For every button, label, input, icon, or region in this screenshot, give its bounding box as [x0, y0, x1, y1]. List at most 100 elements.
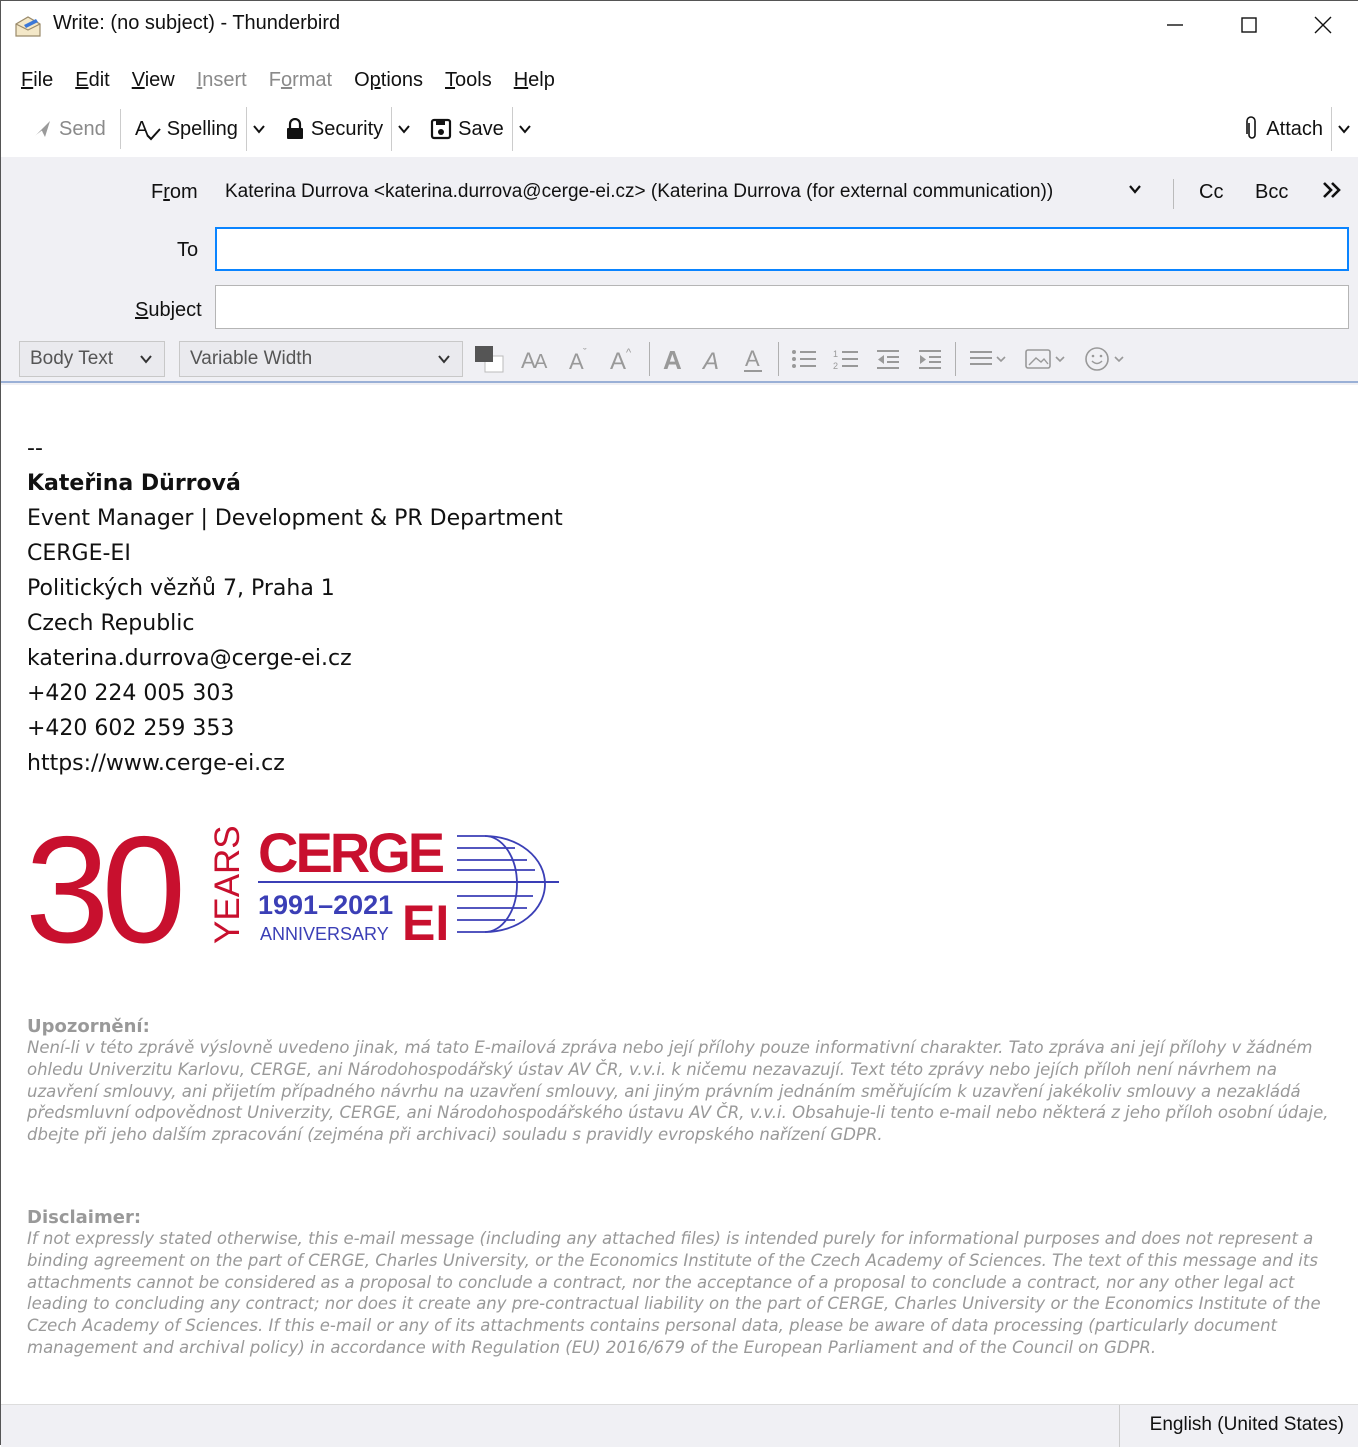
insert-image-menu-button[interactable]	[1024, 347, 1068, 371]
menu-item-edit[interactable]: Edit	[65, 63, 121, 97]
font-value: Variable Width	[190, 348, 313, 369]
format-separator	[955, 342, 956, 376]
compose-toolbar: Send A Spelling Security Save Attach	[1, 101, 1358, 157]
menu-item-help[interactable]: Help	[504, 63, 567, 97]
menu-item-format[interactable]: Format	[259, 63, 344, 97]
message-body[interactable]: -- Kateřina Dürrová Event Manager | Deve…	[27, 431, 1347, 781]
disclaimer-cz-text: Není-li v této zprávě výslovně uvedeno j…	[27, 1038, 1329, 1145]
send-button[interactable]: Send	[23, 107, 114, 151]
paragraph-format-select[interactable]: Body Text	[19, 341, 165, 377]
bold-icon: A	[663, 346, 682, 372]
from-identity-select[interactable]: Katerina Durrova <katerina.durrova@cerge…	[225, 181, 1053, 203]
compose-window: Write: (no subject) - Thunderbird File Ed…	[0, 0, 1358, 1447]
svg-text:A: A	[534, 351, 548, 372]
outdent-button[interactable]	[875, 347, 901, 371]
svg-text:A: A	[569, 349, 584, 372]
bold-button[interactable]: A	[662, 346, 686, 372]
minimize-button[interactable]	[1139, 1, 1211, 49]
svg-text:1991–2021: 1991–2021	[258, 890, 393, 920]
menu-item-tools[interactable]: Tools	[435, 63, 504, 97]
status-bar: English (United States)	[1, 1404, 1358, 1447]
disclaimer-en-text: If not expressly stated otherwise, this …	[27, 1229, 1321, 1357]
align-icon	[970, 351, 1006, 365]
more-recipients-button[interactable]	[1321, 177, 1343, 208]
menu-item-view[interactable]: View	[122, 63, 187, 97]
to-field[interactable]	[215, 227, 1349, 271]
save-button[interactable]: Save	[422, 107, 512, 151]
title-bar: Write: (no subject) - Thunderbird	[1, 1, 1358, 49]
close-icon	[1314, 16, 1332, 34]
language-indicator[interactable]: English (United States)	[1150, 1414, 1344, 1436]
smaller-font-button[interactable]: AA	[521, 346, 551, 372]
attach-button[interactable]: Attach	[1236, 107, 1331, 151]
numbered-list-icon: 12	[833, 349, 858, 371]
signature-line: Czech Republic	[27, 611, 195, 636]
spelling-icon: A	[135, 118, 161, 141]
underline-icon: A	[744, 346, 762, 372]
double-chevron-right-icon	[1323, 182, 1341, 198]
maximize-icon	[1241, 17, 1257, 33]
bullet-list-button[interactable]	[791, 347, 817, 371]
subject-field[interactable]	[215, 285, 1349, 329]
attach-dropdown[interactable]	[1331, 107, 1356, 151]
menu-item-options[interactable]: Options	[344, 63, 435, 97]
menu-item-insert[interactable]: Insert	[187, 63, 259, 97]
cc-button[interactable]: Cc	[1199, 181, 1223, 204]
svg-text:YEARS: YEARS	[208, 825, 247, 944]
format-separator	[649, 342, 650, 376]
font-select[interactable]: Variable Width	[179, 341, 463, 377]
svg-text:A: A	[745, 346, 760, 371]
to-input[interactable]	[217, 229, 1347, 269]
security-button[interactable]: Security	[277, 107, 391, 151]
close-button[interactable]	[1287, 1, 1358, 49]
format-separator	[778, 342, 779, 376]
save-dropdown[interactable]	[511, 107, 537, 151]
indent-icon	[919, 350, 941, 369]
underline-button[interactable]: A	[742, 345, 766, 373]
text-color-button[interactable]	[473, 344, 505, 374]
thunderbird-compose-icon	[15, 16, 41, 37]
from-dropdown[interactable]	[1127, 181, 1143, 202]
menu-item-file[interactable]: File	[11, 63, 65, 97]
subject-input[interactable]	[216, 286, 1348, 328]
chevron-down-icon	[398, 125, 410, 134]
signature-block: Event Manager | Development & PR Departm…	[27, 501, 1347, 781]
globe-icon	[457, 835, 559, 933]
font-size-increase-icon: A ^	[610, 347, 632, 372]
svg-text:ANNIVERSARY: ANNIVERSARY	[260, 924, 389, 944]
spelling-label: Spelling	[166, 117, 238, 140]
svg-text:30: 30	[27, 816, 181, 951]
chevron-down-icon	[253, 125, 265, 134]
save-label: Save	[458, 117, 504, 140]
attach-label: Attach	[1266, 117, 1323, 140]
font-size-smaller-icon: AA	[521, 348, 548, 372]
maximize-button[interactable]	[1213, 1, 1285, 49]
bcc-button[interactable]: Bcc	[1255, 181, 1288, 204]
increase-size-button[interactable]: A ^	[609, 346, 637, 372]
chevron-down-icon	[438, 355, 450, 364]
align-menu-button[interactable]	[968, 347, 1008, 371]
signature-line: CERGE-EI	[27, 541, 131, 566]
header-separator	[1173, 179, 1174, 209]
italic-button[interactable]: A	[702, 346, 726, 372]
signature-line: https://www.cerge-ei.cz	[27, 751, 285, 776]
disclaimer-en: Disclaimer: If not expressly stated othe…	[27, 1207, 1347, 1359]
spelling-dropdown[interactable]	[245, 107, 271, 151]
header-divider	[1, 381, 1358, 383]
spelling-button[interactable]: A Spelling	[127, 107, 246, 151]
chevron-down-icon	[140, 355, 152, 364]
insert-emoji-menu-button[interactable]	[1084, 346, 1128, 372]
svg-text:ˇ: ˇ	[583, 347, 587, 359]
format-toolbar: Body Text Variable Width AA Aˇ A ^ A A A …	[1, 337, 1358, 381]
numbered-list-button[interactable]: 12	[833, 347, 859, 371]
indent-button[interactable]	[917, 347, 943, 371]
chevron-down-icon	[518, 125, 531, 134]
svg-text:A: A	[663, 346, 682, 372]
toolbar-separator	[119, 109, 121, 149]
menu-bar: File Edit View Insert Format Options Tools Help	[1, 63, 567, 97]
decrease-size-button[interactable]: Aˇ	[567, 346, 593, 372]
security-dropdown[interactable]	[391, 107, 416, 151]
font-size-decrease-icon: Aˇ	[569, 347, 587, 372]
paragraph-format-value: Body Text	[30, 348, 114, 369]
signature-line: Event Manager | Development & PR Departm…	[27, 506, 563, 531]
